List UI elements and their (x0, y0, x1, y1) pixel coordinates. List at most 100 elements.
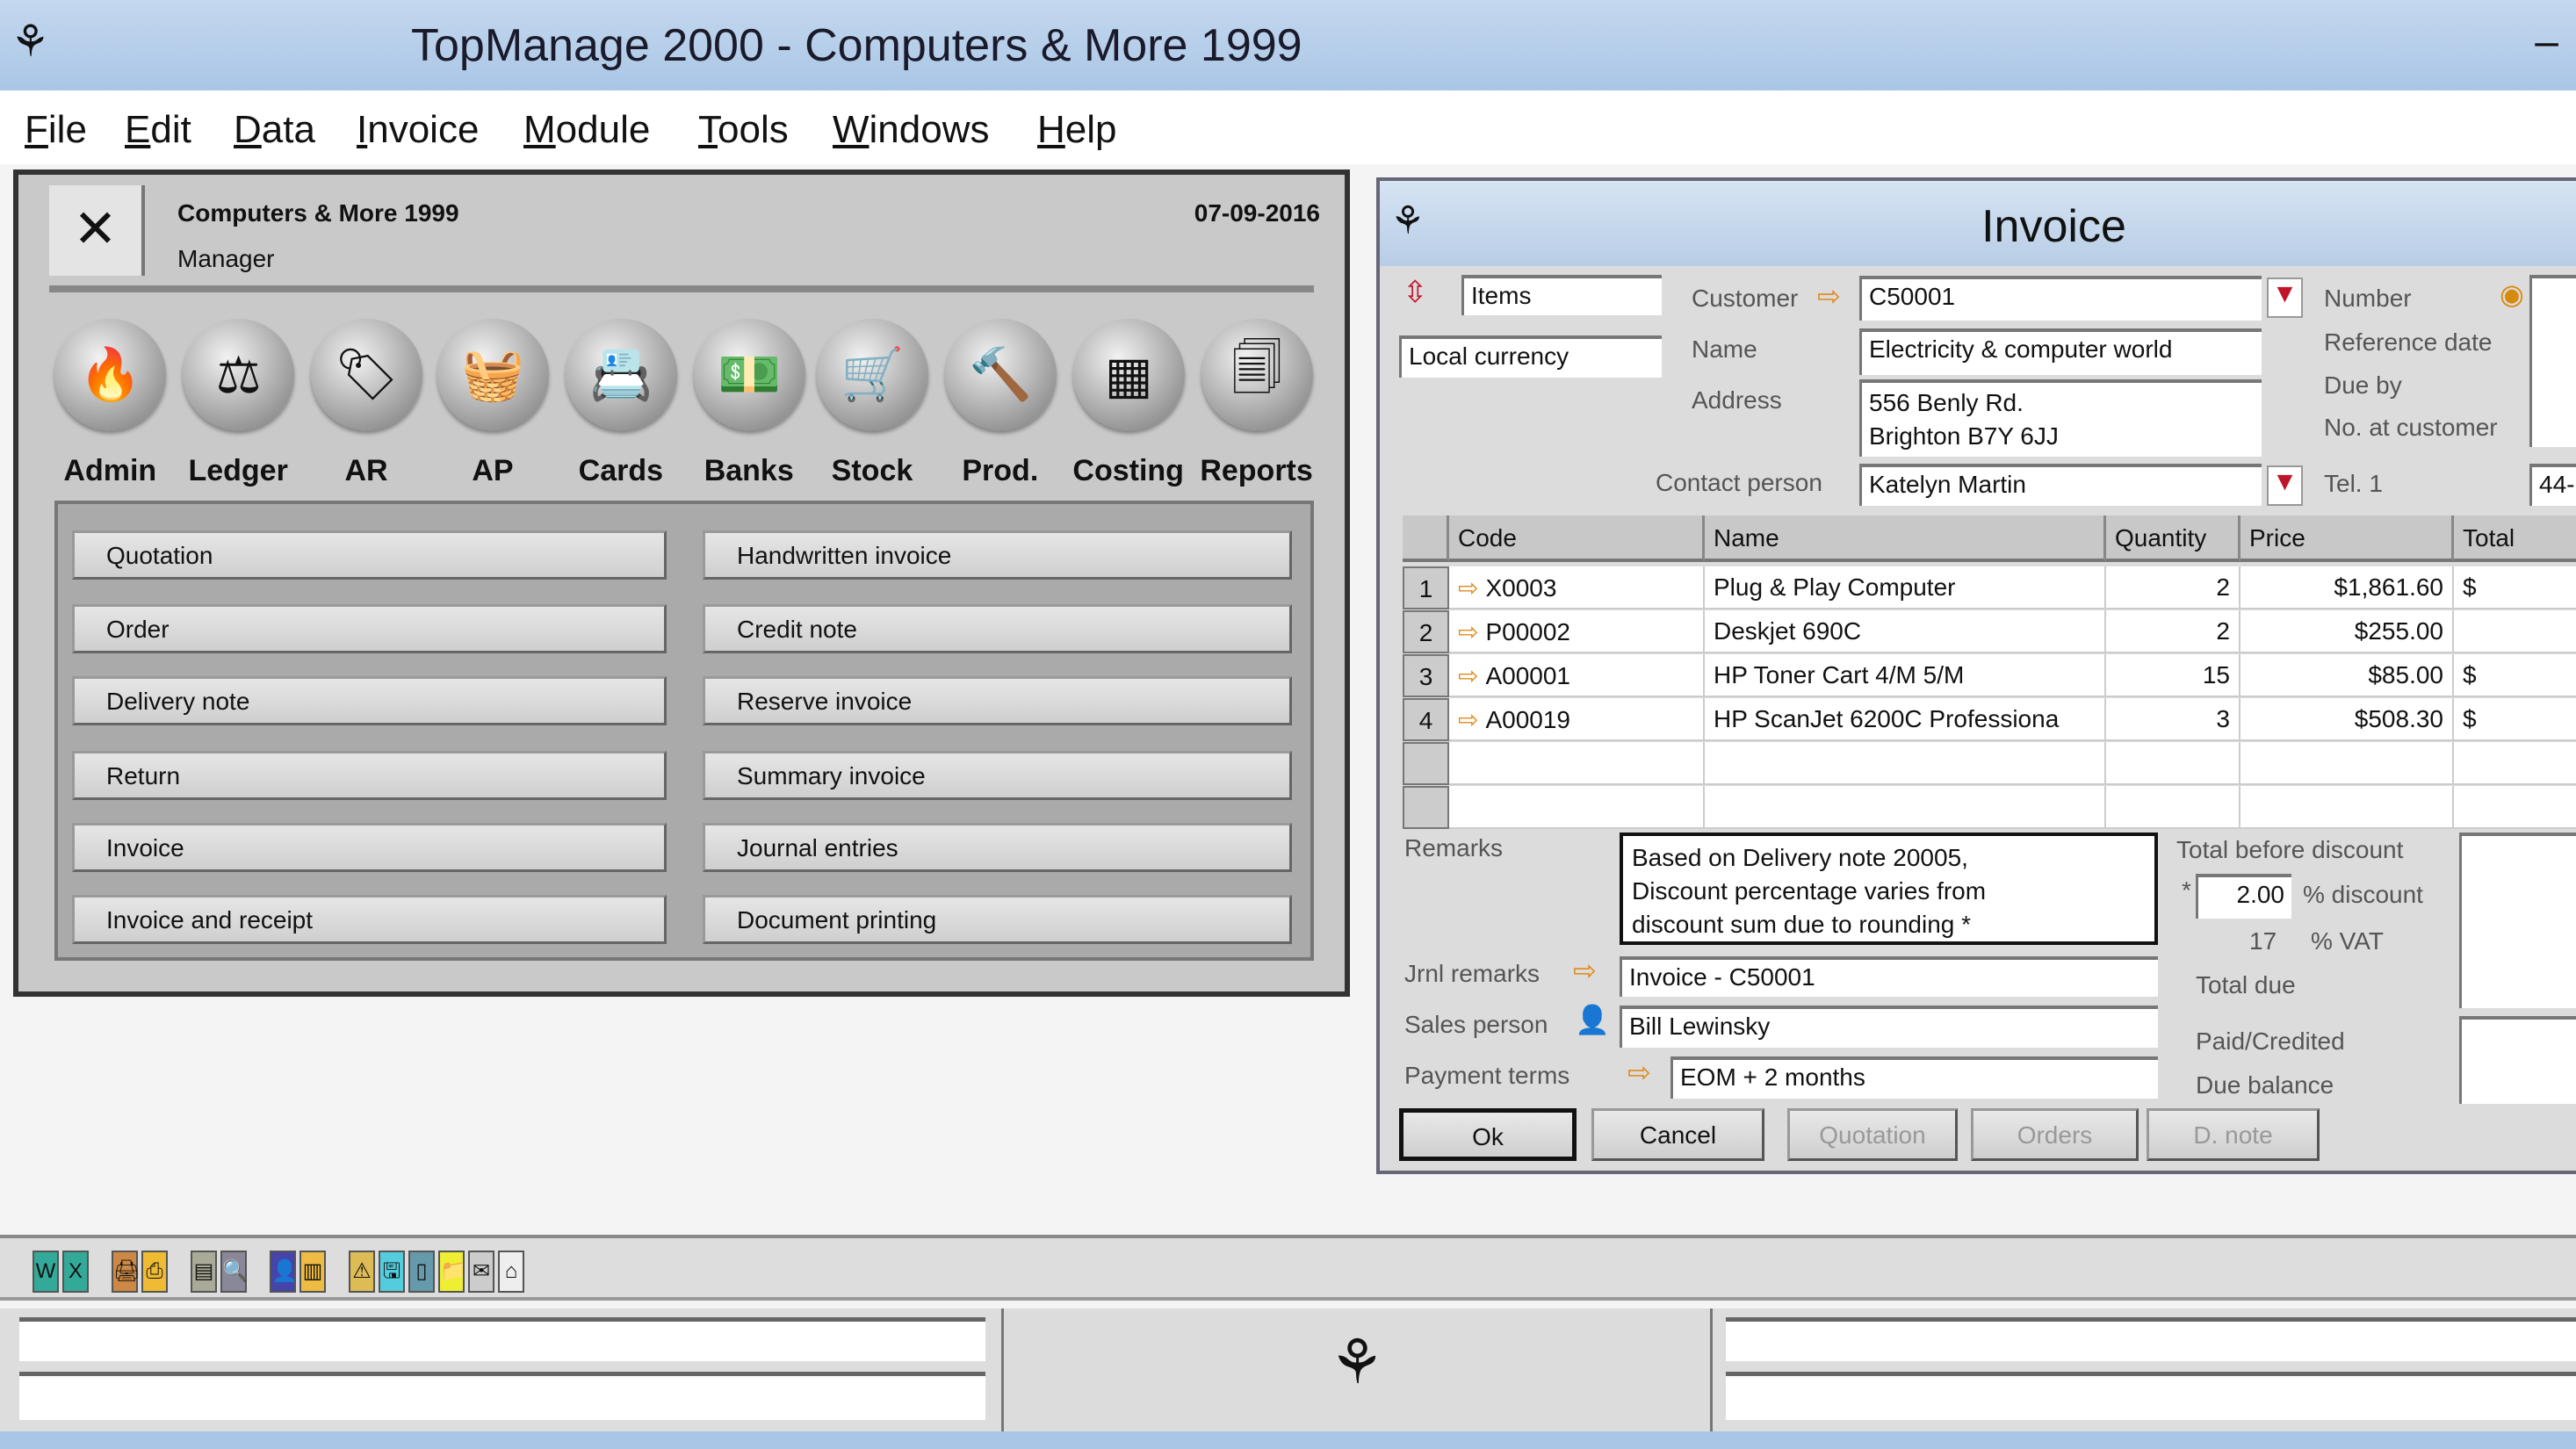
minimize-button[interactable]: – (2535, 18, 2558, 66)
column-header-quantity[interactable]: Quantity (2106, 515, 2240, 562)
toolbar-button-8-icon[interactable]: ⚠ (349, 1251, 375, 1293)
table-cell[interactable]: 2 (2106, 610, 2240, 653)
table-cell[interactable]: $ (2454, 654, 2576, 697)
table-cell[interactable]: 2 (2106, 566, 2240, 609)
number-dates-field[interactable] (2529, 275, 2576, 447)
customer-field[interactable]: C50001 (1859, 276, 2262, 321)
column-header-price[interactable]: Price (2240, 515, 2454, 562)
toolbar-button-6-icon[interactable]: 👤 (270, 1251, 298, 1293)
table-cell[interactable]: $85.00 (2240, 654, 2454, 697)
payment-terms-field[interactable]: EOM + 2 months (1670, 1056, 2158, 1099)
module-ap-button[interactable]: 🧺 (437, 319, 549, 430)
module-banks-button[interactable]: 💵 (693, 319, 805, 430)
table-cell[interactable]: $1,861.60 (2240, 566, 2454, 609)
doc-quotation-button[interactable]: Quotation (72, 530, 667, 580)
eye-icon[interactable]: ◉ (2500, 278, 2524, 311)
row-number-button[interactable]: 3 (1403, 654, 1449, 697)
table-cell[interactable]: ⇨ P00002 (1449, 610, 1705, 653)
table-cell[interactable] (2454, 610, 2576, 653)
menu-edit[interactable]: Edit (125, 108, 191, 152)
table-cell[interactable]: $508.30 (2240, 698, 2454, 741)
column-header-total[interactable]: Total (2454, 515, 2576, 562)
table-cell[interactable] (2454, 742, 2576, 785)
code-link-arrow-icon[interactable]: ⇨ (1458, 618, 1478, 645)
terms-arrow-icon[interactable]: ⇨ (1627, 1056, 1651, 1089)
module-stock-button[interactable]: 🛒 (816, 319, 928, 430)
toolbar-button-12-icon[interactable]: ✉ (468, 1251, 494, 1293)
code-link-arrow-icon[interactable]: ⇨ (1458, 574, 1478, 602)
table-cell[interactable]: 3 (2106, 698, 2240, 741)
toolbar-button-4-icon[interactable]: ▤ (191, 1251, 217, 1293)
doc-delivery-note-button[interactable]: Delivery note (72, 676, 667, 725)
doc-summary-invoice-button[interactable]: Summary invoice (703, 751, 1292, 800)
tel-field[interactable]: 44- (2529, 464, 2576, 506)
table-cell[interactable] (1449, 742, 1705, 785)
toolbar-button-7-icon[interactable]: ▥ (299, 1251, 326, 1293)
module-cards-button[interactable]: 📇 (565, 319, 677, 430)
table-cell[interactable]: ⇨ A00019 (1449, 698, 1705, 741)
toolbar-button-0-icon[interactable]: W (32, 1251, 59, 1293)
table-cell[interactable]: $ (2454, 698, 2576, 741)
doc-invoice-button[interactable]: Invoice (72, 823, 667, 872)
doc-return-button[interactable]: Return (72, 751, 667, 800)
module-costing-button[interactable]: ▦ (1072, 319, 1185, 430)
table-cell[interactable]: ⇨ A00001 (1449, 654, 1705, 697)
row-number-button[interactable]: 1 (1403, 566, 1449, 609)
table-cell[interactable]: ⇨ X0003 (1449, 566, 1705, 609)
module-prod-button[interactable]: 🔨 (944, 319, 1057, 430)
sort-arrows-icon[interactable]: ⇳ (1403, 275, 1428, 310)
table-cell[interactable] (1449, 786, 1705, 829)
table-cell[interactable]: 15 (2106, 654, 2240, 697)
row-number-button[interactable] (1403, 742, 1449, 785)
column-header-name[interactable]: Name (1705, 515, 2106, 562)
code-link-arrow-icon[interactable]: ⇨ (1458, 662, 1478, 689)
table-cell[interactable]: $255.00 (2240, 610, 2454, 653)
menu-tools[interactable]: Tools (698, 108, 789, 152)
menu-module[interactable]: Module (523, 108, 650, 152)
person-icon[interactable]: 👤 (1575, 1003, 1610, 1036)
customer-link-arrow-icon[interactable]: ⇨ (1817, 279, 1841, 313)
table-cell[interactable] (1705, 786, 2106, 829)
table-cell[interactable] (1705, 742, 2106, 785)
toolbar-button-1-icon[interactable]: X (62, 1251, 89, 1293)
table-cell[interactable] (2106, 786, 2240, 829)
menu-data[interactable]: Data (234, 108, 315, 152)
doc-credit-note-button[interactable]: Credit note (703, 604, 1292, 653)
toolbar-button-13-icon[interactable]: ⌂ (498, 1251, 524, 1293)
toolbar-button-2-icon[interactable]: 🖨 (112, 1251, 140, 1293)
table-cell[interactable] (2240, 742, 2454, 785)
code-link-arrow-icon[interactable]: ⇨ (1458, 706, 1478, 733)
orders-button[interactable]: Orders (1971, 1108, 2139, 1161)
address-field[interactable]: 556 Benly Rd. Brighton B7Y 6JJ (1859, 379, 2262, 457)
column-header-code[interactable]: Code (1449, 515, 1705, 562)
jrnl-arrow-icon[interactable]: ⇨ (1573, 954, 1597, 987)
toolbar-button-5-icon[interactable]: 🔍 (220, 1251, 249, 1293)
cancel-button[interactable]: Cancel (1591, 1108, 1764, 1161)
menu-help[interactable]: Help (1037, 108, 1117, 152)
table-cell[interactable] (2240, 786, 2454, 829)
row-number-button[interactable]: 4 (1403, 698, 1449, 741)
row-number-button[interactable]: 2 (1403, 610, 1449, 653)
ok-button[interactable]: Ok (1399, 1108, 1577, 1161)
menu-windows[interactable]: Windows (833, 108, 990, 152)
sales-person-field[interactable]: Bill Lewinsky (1620, 1006, 2158, 1048)
module-admin-button[interactable]: 🔥 (54, 319, 167, 430)
contact-dropdown-icon[interactable]: ▼ (2267, 465, 2303, 506)
doc-handwritten-invoice-button[interactable]: Handwritten invoice (703, 530, 1292, 580)
module-reports-button[interactable]: 🗐 (1201, 319, 1313, 430)
toolbar-button-10-icon[interactable]: ▯ (408, 1251, 435, 1293)
items-selector[interactable]: Items (1461, 275, 1662, 315)
table-cell[interactable] (2106, 742, 2240, 785)
jrnl-remarks-field[interactable]: Invoice - C50001 (1620, 956, 2158, 997)
doc-journal-entries-button[interactable]: Journal entries (703, 823, 1292, 872)
table-cell[interactable]: Plug & Play Computer (1705, 566, 2106, 609)
toolbar-button-9-icon[interactable]: 🖫 (379, 1251, 405, 1293)
discount-field[interactable]: 2.00 (2196, 874, 2291, 919)
menu-file[interactable]: File (25, 108, 87, 152)
module-ar-button[interactable]: 🏷 (311, 319, 422, 430)
currency-field[interactable]: Local currency (1399, 335, 1662, 378)
customer-dropdown-icon[interactable]: ▼ (2267, 278, 2303, 318)
table-cell[interactable]: HP Toner Cart 4/M 5/M (1705, 654, 2106, 697)
doc-invoice-and-receipt-button[interactable]: Invoice and receipt (72, 895, 667, 944)
menu-invoice[interactable]: Invoice (357, 108, 479, 152)
